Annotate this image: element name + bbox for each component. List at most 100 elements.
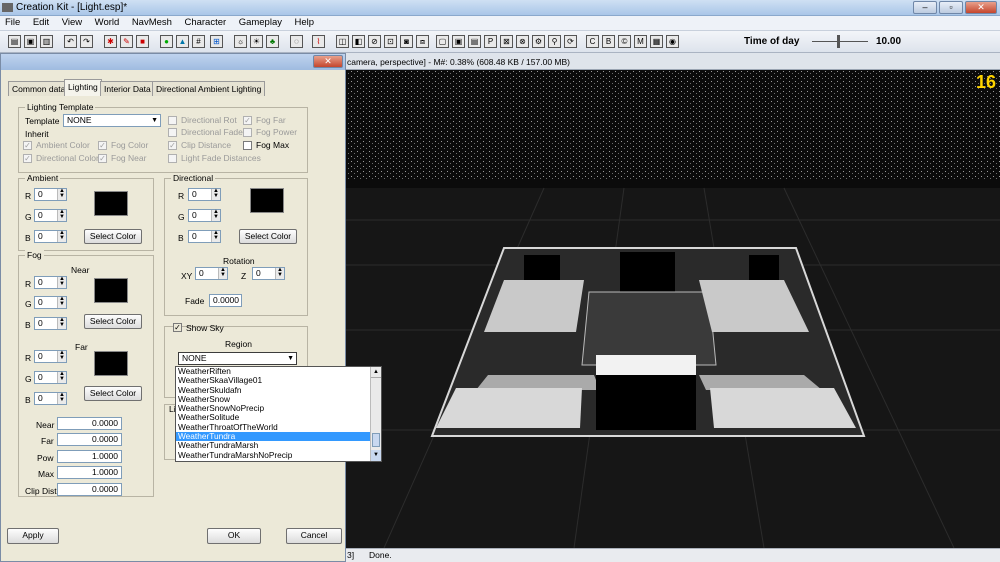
menu-world[interactable]: World (90, 16, 125, 29)
b-icon[interactable]: B (602, 35, 615, 48)
fog-near-select-color-button[interactable]: Select Color (84, 314, 142, 329)
ambient-select-color-button[interactable]: Select Color (84, 229, 142, 244)
scroll-down-icon[interactable]: ▼ (371, 450, 381, 461)
fog-near-r-input[interactable]: 0 ▲ ▼ (34, 276, 67, 289)
tab-lighting[interactable]: Lighting (64, 79, 102, 96)
refresh-icon[interactable]: ⟳ (564, 35, 577, 48)
portal-icon[interactable]: ⧈ (416, 35, 429, 48)
directional-g-input[interactable]: 0 ▲ ▼ (188, 209, 221, 222)
copyright-icon[interactable]: © (618, 35, 631, 48)
fog-pow-input[interactable]: 1.0000 (57, 450, 122, 463)
save-icon[interactable]: ▣ (24, 35, 37, 48)
directional-color-swatch[interactable] (250, 188, 284, 213)
inherit-ambient-color-checkbox[interactable]: ✓ (23, 141, 32, 150)
spin-arrows-icon[interactable]: ▲ ▼ (57, 209, 66, 221)
menu-view[interactable]: View (57, 16, 87, 29)
menu-file[interactable]: File (0, 16, 25, 29)
ok-button[interactable]: OK (207, 528, 261, 544)
globe-icon[interactable]: ◉ (666, 35, 679, 48)
fog-far-select-color-button[interactable]: Select Color (84, 386, 142, 401)
inherit-fog-color-checkbox[interactable]: ✓ (98, 141, 107, 150)
show-sky-checkbox[interactable]: ✓ (173, 323, 182, 332)
inherit-fog-near-checkbox[interactable]: ✓ (98, 154, 107, 163)
c-icon[interactable]: C (586, 35, 599, 48)
brush-icon[interactable]: ✎ (120, 35, 133, 48)
spin-arrows-icon[interactable]: ▲ ▼ (57, 317, 66, 329)
fog-near-g-input[interactable]: 0 ▲ ▼ (34, 296, 67, 309)
open-icon[interactable]: ▤ (8, 35, 21, 48)
fog-far-r-input[interactable]: 0 ▲ ▼ (34, 350, 67, 363)
dialog-close-button[interactable]: ✕ (313, 55, 343, 68)
m-icon[interactable]: M (634, 35, 647, 48)
template-select[interactable]: NONE ▼ (63, 114, 161, 127)
spin-arrows-icon[interactable]: ▲ ▼ (57, 230, 66, 242)
fog-near-b-input[interactable]: 0 ▲ ▼ (34, 317, 67, 330)
image-icon[interactable]: ▦ (650, 35, 663, 48)
fade-input[interactable]: 0.0000 (209, 294, 242, 307)
cube-icon[interactable]: ◫ (336, 35, 349, 48)
occlusion-icon[interactable]: ▣ (452, 35, 465, 48)
spin-arrows-icon[interactable]: ▲ ▼ (57, 188, 66, 200)
apply-button[interactable]: Apply (7, 528, 59, 544)
cube-split-icon[interactable]: ◧ (352, 35, 365, 48)
menu-navmesh[interactable]: NavMesh (127, 16, 177, 29)
ambient-b-input[interactable]: 0 ▲ ▼ (34, 230, 67, 243)
inherit-fog-far-checkbox[interactable]: ✓ (243, 116, 252, 125)
time-slider-track[interactable] (812, 41, 868, 42)
rotation-z-input[interactable]: 0 ▲ ▼ (252, 267, 285, 280)
spin-arrows-icon[interactable]: ▲ ▼ (57, 276, 66, 288)
sphere-icon[interactable]: ● (160, 35, 173, 48)
dropdown-scrollbar[interactable]: ▲ ▼ (370, 367, 381, 461)
fog-far-color-swatch[interactable] (94, 351, 128, 376)
cancel-button[interactable]: Cancel (286, 528, 342, 544)
fog-far-b-input[interactable]: 0 ▲ ▼ (34, 392, 67, 405)
inherit-fog-max-checkbox[interactable] (243, 141, 252, 150)
tab-directional-ambient-lighting[interactable]: Directional Ambient Lighting (152, 81, 266, 96)
plane-icon[interactable]: ▤ (468, 35, 481, 48)
inherit-directional-fade-checkbox[interactable] (168, 128, 177, 137)
collision-icon[interactable]: ⊗ (516, 35, 529, 48)
directional-b-input[interactable]: 0 ▲ ▼ (188, 230, 221, 243)
sky-icon[interactable]: ☀ (250, 35, 263, 48)
hide-icon[interactable]: ⊠ (500, 35, 513, 48)
menu-help[interactable]: Help (290, 16, 320, 29)
p-box-icon[interactable]: P (484, 35, 497, 48)
box-d-icon[interactable]: ◙ (400, 35, 413, 48)
inherit-light-fade-distances-checkbox[interactable] (168, 154, 177, 163)
fog-near-color-swatch[interactable] (94, 278, 128, 303)
marker-icon[interactable]: ■ (136, 35, 149, 48)
spin-arrows-icon[interactable]: ▲ ▼ (57, 296, 66, 308)
spin-arrows-icon[interactable]: ▲ ▼ (211, 209, 220, 221)
room-icon[interactable]: ▢ (436, 35, 449, 48)
snap-icon[interactable]: ⊞ (210, 35, 223, 48)
ambient-r-input[interactable]: 0 ▲ ▼ (34, 188, 67, 201)
region-dropdown-list[interactable]: WeatherRiften WeatherSkaaVillage01 Weath… (175, 366, 382, 462)
tab-common-data[interactable]: Common data (8, 81, 70, 96)
spin-arrows-icon[interactable]: ▲ ▼ (57, 371, 66, 383)
graph-icon[interactable]: ⌇ (312, 35, 325, 48)
rotation-xy-input[interactable]: 0 ▲ ▼ (195, 267, 228, 280)
spin-arrows-icon[interactable]: ▲ ▼ (57, 392, 66, 404)
region-select[interactable]: NONE ▼ (178, 352, 297, 365)
time-slider-thumb[interactable] (837, 35, 840, 48)
navmesh-icon[interactable]: ⚙ (532, 35, 545, 48)
ambient-g-input[interactable]: 0 ▲ ▼ (34, 209, 67, 222)
directional-select-color-button[interactable]: Select Color (239, 229, 297, 244)
minimize-button[interactable]: – (913, 1, 937, 14)
directional-r-input[interactable]: 0 ▲ ▼ (188, 188, 221, 201)
redo-icon[interactable]: ↷ (80, 35, 93, 48)
spin-arrows-icon[interactable]: ▲ ▼ (211, 188, 220, 200)
inherit-directional-color-checkbox[interactable]: ✓ (23, 154, 32, 163)
ambient-color-swatch[interactable] (94, 191, 128, 216)
save-as-icon[interactable]: ▥ (40, 35, 53, 48)
fog-far-g-input[interactable]: 0 ▲ ▼ (34, 371, 67, 384)
light-bulb-icon[interactable]: ☼ (234, 35, 247, 48)
dropdown-item[interactable]: WeatherTundraMarshNoPrecip (176, 450, 381, 460)
tab-interior-data[interactable]: Interior Data (100, 81, 155, 96)
inherit-clip-distance-checkbox[interactable]: ✓ (168, 141, 177, 150)
spin-arrows-icon[interactable]: ▲ ▼ (57, 350, 66, 362)
tree-icon[interactable]: ♣ (266, 35, 279, 48)
actor-icon[interactable]: ⚲ (548, 35, 561, 48)
inherit-directional-rot-checkbox[interactable] (168, 116, 177, 125)
menu-gameplay[interactable]: Gameplay (234, 16, 287, 29)
